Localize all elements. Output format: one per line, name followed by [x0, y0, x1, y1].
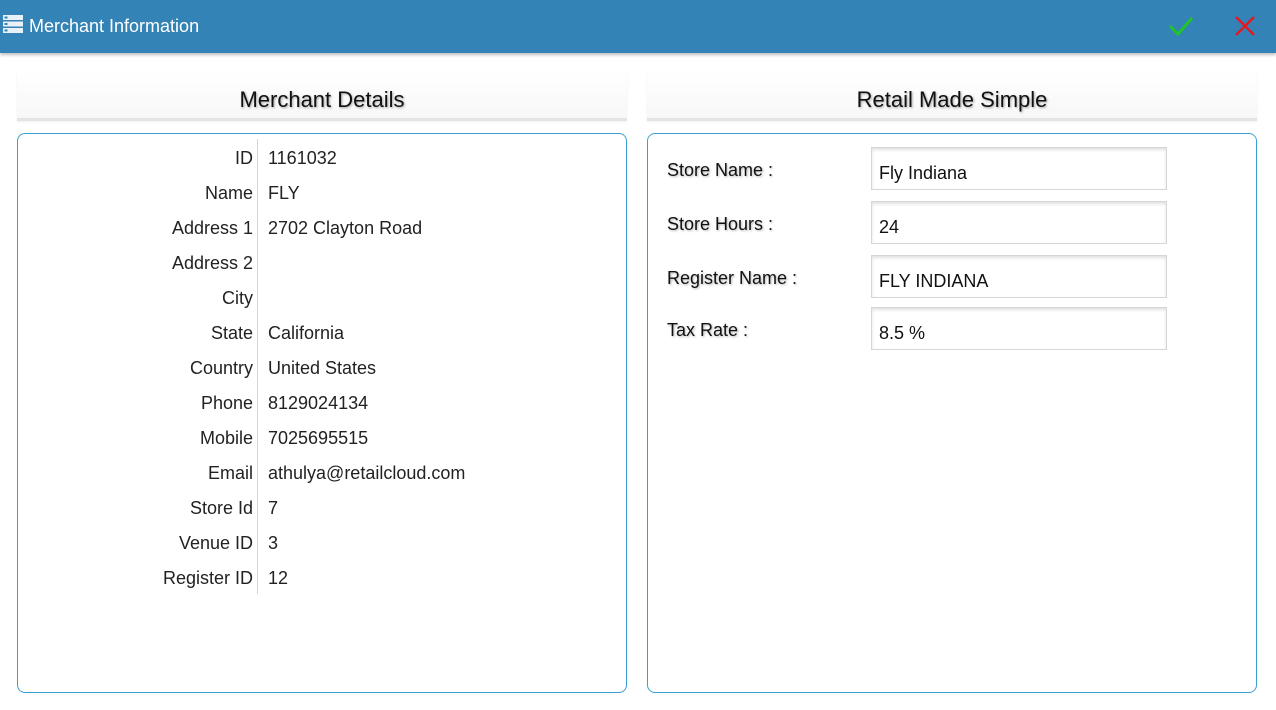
detail-label: Mobile [199, 428, 253, 448]
detail-label: Address 1 [171, 218, 253, 238]
detail-value: athulya@retailcloud.com [268, 463, 466, 483]
store-hours-input[interactable] [871, 201, 1167, 244]
detail-value: 7 [268, 498, 279, 518]
detail-row-register-id: Register ID 12 [18, 559, 626, 594]
detail-value: 2702 Clayton Road [268, 218, 423, 238]
detail-label: Register ID [162, 568, 253, 588]
detail-row-email: Email athulya@retailcloud.com [18, 454, 626, 489]
confirm-button[interactable] [1164, 9, 1198, 43]
close-button[interactable] [1228, 9, 1262, 43]
detail-value: 8129024134 [268, 393, 369, 413]
detail-value: 3 [268, 533, 279, 553]
detail-row-name: Name FLY [18, 174, 626, 209]
store-settings-panel: Store Name : Store Hours : Register Name… [647, 133, 1257, 693]
store-hours-row: Store Hours : [648, 201, 1256, 245]
store-name-row: Store Name : [648, 147, 1256, 191]
detail-row-phone: Phone 8129024134 [18, 384, 626, 419]
detail-row-state: State California [18, 314, 626, 349]
register-name-input[interactable] [871, 255, 1167, 298]
merchant-details-panel: ID 1161032 Name FLY Address 1 2702 Clayt… [17, 133, 627, 693]
detail-label: City [222, 288, 253, 308]
detail-label: Venue ID [178, 533, 253, 553]
detail-label: Name [204, 183, 253, 203]
merchant-details-table: ID 1161032 Name FLY Address 1 2702 Clayt… [18, 139, 626, 594]
detail-row-city: City [18, 279, 626, 314]
detail-value: 1161032 [268, 148, 337, 168]
detail-value: California [268, 323, 345, 343]
retail-made-simple-heading: Retail Made Simple [856, 87, 1048, 112]
merchant-details-header: Merchant Details [17, 72, 627, 121]
window-title: Merchant Information [29, 16, 200, 36]
detail-row-id: ID 1161032 [18, 139, 626, 174]
store-name-label: Store Name : [667, 160, 774, 180]
detail-row-venue-id: Venue ID 3 [18, 524, 626, 559]
detail-row-mobile: Mobile 7025695515 [18, 419, 626, 454]
detail-row-store-id: Store Id 7 [18, 489, 626, 524]
detail-label: State [210, 323, 253, 343]
list-menu-icon[interactable] [3, 14, 23, 34]
detail-label: Store Id [189, 498, 253, 518]
detail-value: FLY [268, 183, 300, 203]
detail-label: Country [189, 358, 253, 378]
tax-rate-row: Tax Rate : [648, 307, 1256, 351]
store-hours-label: Store Hours : [667, 214, 774, 234]
title-bar: Merchant Information [0, 0, 1276, 53]
detail-row-address-1: Address 1 2702 Clayton Road [18, 209, 626, 244]
detail-value: 12 [268, 568, 289, 588]
detail-label: ID [235, 148, 253, 168]
checkmark-icon [1168, 17, 1194, 37]
merchant-details-heading: Merchant Details [239, 87, 405, 112]
detail-row-address-2: Address 2 [18, 244, 626, 279]
detail-label: Phone [200, 393, 253, 413]
close-icon [1235, 16, 1255, 36]
detail-value: United States [268, 358, 377, 378]
retail-made-simple-header: Retail Made Simple [647, 72, 1257, 121]
detail-label: Email [207, 463, 253, 483]
register-name-label: Register Name : [667, 268, 798, 288]
store-name-input[interactable] [871, 147, 1167, 190]
tax-rate-input[interactable] [871, 307, 1167, 350]
detail-value: 7025695515 [268, 428, 369, 448]
register-name-row: Register Name : [648, 255, 1256, 299]
tax-rate-label: Tax Rate : [667, 320, 749, 340]
detail-label: Address 2 [171, 253, 253, 273]
detail-row-country: Country United States [18, 349, 626, 384]
